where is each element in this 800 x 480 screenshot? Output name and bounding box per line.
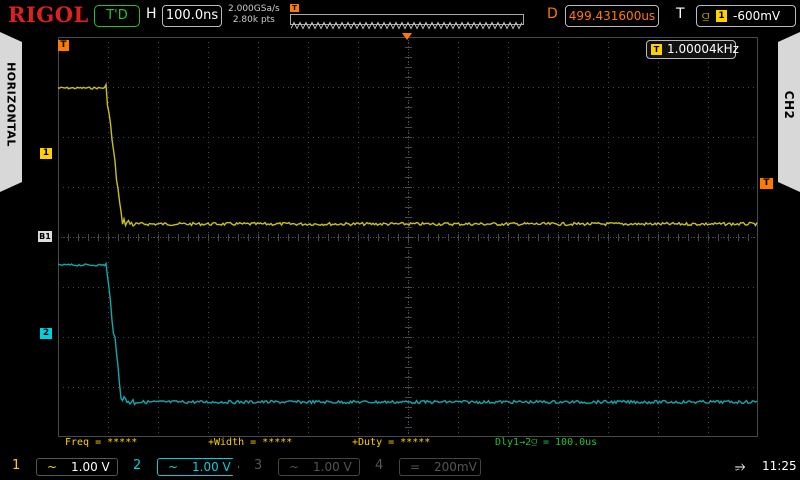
trigger-setting[interactable]: ⫑ 1 -600mV	[696, 5, 796, 27]
measurement-width[interactable]: +Width = *****	[208, 437, 292, 448]
ch4-scale: 200mV	[434, 460, 477, 474]
graticule	[58, 37, 758, 437]
ch3-setting: ~ 1.00 V	[278, 458, 360, 476]
ch3-scale: 1.00 V	[313, 460, 352, 474]
sample-rate: 2.000GSa/s	[228, 4, 280, 14]
ch2-offset-marker[interactable]: 2	[40, 328, 52, 339]
timebase-value[interactable]: 100.0ns	[162, 5, 222, 27]
ch2-number: 2	[133, 458, 142, 473]
top-status-bar: RIGOL T'D H 100.0ns 2.000GSa/s 2.80k pts…	[0, 0, 800, 32]
memory-waveform-preview	[290, 21, 523, 30]
trigger-source-badge: 1	[716, 10, 727, 22]
measurement-delay[interactable]: Dly1→2⫑ = 100.0us	[495, 437, 597, 448]
measurement-duty[interactable]: +Duty = *****	[352, 437, 430, 448]
trigger-level-value: -600mV	[733, 9, 781, 23]
ch2-coupling-icon: ~	[168, 460, 179, 474]
ch2-status[interactable]: 2 ~ 1.00 V	[127, 458, 239, 476]
memory-overview-bar[interactable]	[290, 14, 524, 30]
ch1-setting: ~ 1.00 V	[36, 458, 118, 476]
ch2-scale: 1.00 V	[192, 460, 231, 474]
ch2-menu-tab[interactable]: CH2	[778, 32, 800, 192]
measurement-freq[interactable]: Freq = *****	[65, 437, 137, 448]
trigger-position-marker[interactable]: T	[58, 40, 69, 51]
ch3-coupling-icon: ~	[289, 460, 300, 474]
ch4-status[interactable]: 4 = 200mV	[369, 458, 481, 476]
horizontal-menu-tab[interactable]: HORIZONTAL	[0, 32, 22, 192]
acquisition-info: 2.000GSa/s 2.80k pts	[228, 4, 280, 26]
ch2-waveform	[58, 261, 758, 406]
brand-logo: RIGOL	[8, 2, 89, 27]
ch4-coupling-icon: =	[410, 460, 421, 474]
trigger-level-marker[interactable]: T	[760, 178, 773, 189]
memory-depth: 2.80k pts	[232, 15, 275, 25]
frequency-counter-badge: T	[651, 44, 662, 55]
falling-edge-icon: ⫑	[702, 9, 710, 23]
ch3-number: 3	[254, 458, 263, 473]
frequency-counter-value: 1.00004kHz	[667, 42, 739, 56]
trigger-position-icon: T	[290, 4, 299, 12]
frequency-counter[interactable]: T 1.00004kHz	[646, 40, 739, 59]
waveform-grid	[58, 37, 758, 437]
waveform-display[interactable]	[58, 37, 758, 437]
ch3-status[interactable]: 3 ~ 1.00 V	[248, 458, 360, 476]
ch1-status[interactable]: 1 ~ 1.00 V	[6, 458, 118, 476]
run-state-indicator[interactable]: T'D	[94, 5, 140, 27]
ch1-waveform	[58, 82, 758, 228]
horizontal-label: H	[146, 6, 157, 22]
bus1-marker[interactable]: B1	[38, 231, 52, 242]
ch1-scale: 1.00 V	[71, 460, 110, 474]
delay-value[interactable]: 499.431600us	[565, 5, 659, 27]
system-clock: 11:25	[762, 459, 797, 473]
ch4-number: 4	[375, 458, 384, 473]
ch4-setting: = 200mV	[399, 458, 481, 476]
ch1-offset-marker[interactable]: 1	[40, 148, 52, 159]
trigger-center-arrow-icon	[402, 33, 412, 40]
ch1-coupling-icon: ~	[47, 460, 58, 474]
delay-label: D	[547, 6, 558, 22]
trigger-label: T	[676, 6, 685, 22]
usb-icon: ⭌	[735, 459, 746, 474]
horizontal-tab-label: HORIZONTAL	[4, 62, 18, 147]
channel-status-bar: 1 ~ 1.00 V 2 ~ 1.00 V 3 ~ 1.00 V 4 = 200…	[0, 454, 800, 480]
ch2-setting: ~ 1.00 V	[157, 458, 239, 476]
ch2-tab-label: CH2	[782, 90, 796, 120]
ch1-number: 1	[12, 458, 21, 473]
